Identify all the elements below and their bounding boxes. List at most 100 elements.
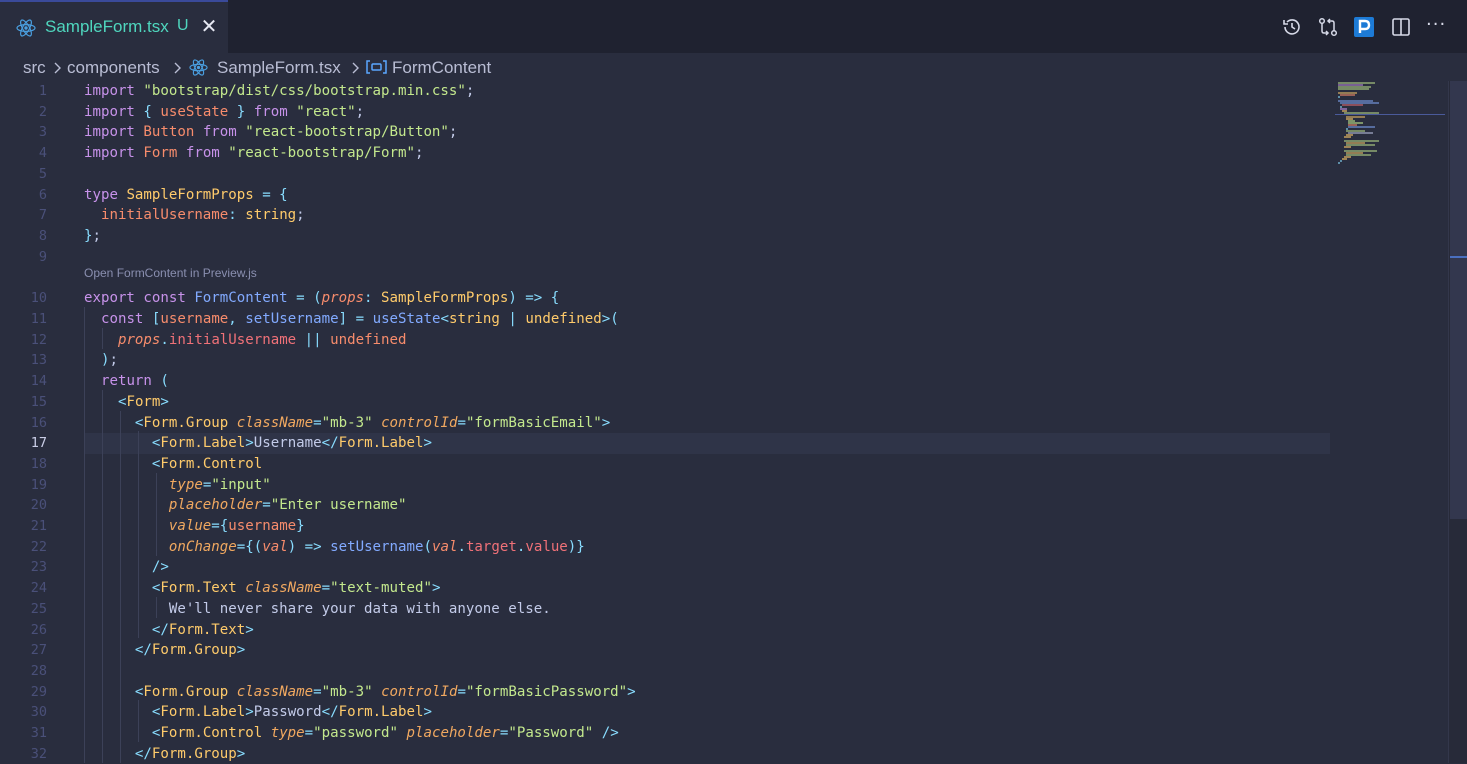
codelens-open-preview[interactable]: Open FormContent in Preview.js (84, 266, 257, 280)
code-line[interactable]: 23 /> (0, 557, 1330, 578)
code-token: /> (593, 725, 619, 741)
code-line[interactable]: 22 onChange={(val) => setUsername(val.ta… (0, 537, 1330, 558)
vertical-scrollbar[interactable] (1448, 81, 1467, 763)
code-token: ; (355, 103, 365, 120)
breadcrumb-src[interactable]: src (23, 58, 46, 78)
code-line[interactable]: 17 <Form.Label>Username</Form.Label> (0, 433, 1330, 454)
code-line[interactable]: 6 type SampleFormProps = { (0, 185, 1330, 206)
code-editor[interactable]: 1 import "bootstrap/dist/css/bootstrap.mi… (0, 81, 1467, 763)
code-line[interactable]: 27 </Form.Group> (0, 640, 1330, 661)
code-line[interactable]: 5 (0, 164, 1330, 185)
code-token: props (321, 290, 365, 307)
code-line[interactable]: 12 props.initialUsername || undefined (0, 330, 1330, 351)
untracked-status-badge: U (177, 17, 189, 34)
editor-tab[interactable]: SampleForm.tsx U ✕ (0, 0, 228, 53)
indent-guide (138, 700, 139, 742)
tab-title[interactable]: SampleForm.tsx (45, 17, 169, 37)
scrollbar-thumb[interactable] (1450, 81, 1467, 519)
breadcrumb-file[interactable]: SampleForm.tsx (217, 58, 341, 78)
code-token: className (236, 414, 314, 431)
code-line[interactable]: 8}; (0, 226, 1330, 247)
code-line[interactable]: 11 const [username, setUsername] = useSt… (0, 309, 1330, 330)
code-line[interactable]: 15 <Form> (0, 392, 1330, 413)
code-token: Form.Label (160, 435, 246, 452)
code-text: /> (84, 557, 169, 578)
preview-p-icon[interactable] (1353, 16, 1375, 38)
code-line[interactable]: 21 value={username} (0, 516, 1330, 537)
code-line[interactable]: 24 <Form.Text className="text-muted"> (0, 578, 1330, 599)
code-line[interactable]: 18 <Form.Control (0, 454, 1330, 475)
code-token: < (440, 311, 449, 327)
compare-changes-icon[interactable] (1317, 16, 1339, 38)
code-token: from (253, 103, 297, 120)
code-line[interactable]: 13 ); (0, 350, 1330, 371)
code-line[interactable]: 3 import Button from "react-bootstrap/But… (0, 122, 1330, 143)
code-token: ={ (211, 518, 229, 534)
line-number: 20 (30, 497, 47, 514)
code-line[interactable]: 10 export const FormContent = (props: Sam… (0, 288, 1330, 309)
line-number: 9 (38, 248, 47, 265)
code-line[interactable]: 25 We'll never share your data with anyo… (0, 599, 1330, 620)
breadcrumb-components[interactable]: components (67, 58, 160, 78)
code-line[interactable]: 2 import { useState } from "react"; (0, 102, 1330, 123)
code-token: val (262, 538, 288, 555)
code-token: . (160, 331, 169, 348)
code-line[interactable]: 32 </Form.Group> (0, 744, 1330, 764)
code-line[interactable]: 19 type="input" (0, 475, 1330, 496)
line-number: 30 (30, 704, 47, 721)
code-token: setUsername (330, 538, 424, 555)
code-token: > (431, 580, 441, 597)
code-token: Form (143, 145, 186, 162)
code-token: FormContent (194, 290, 297, 307)
code-token: > (160, 393, 169, 410)
breadcrumb-symbol[interactable]: FormContent (392, 58, 491, 78)
code-token: type (270, 725, 305, 741)
code-line[interactable]: 7 initialUsername: string; (0, 205, 1330, 226)
code-line[interactable]: 9 (0, 247, 1330, 268)
code-token: import (84, 83, 144, 99)
history-icon[interactable] (1281, 16, 1303, 38)
close-tab-icon[interactable]: ✕ (200, 16, 218, 36)
code-token: Form.Group (151, 642, 237, 659)
code-line[interactable]: 30 <Form.Label>Password</Form.Label> (0, 702, 1330, 723)
code-line[interactable]: 4 import Form from "react-bootstrap/Form"… (0, 143, 1330, 164)
code-line[interactable]: 14 return ( (0, 371, 1330, 392)
code-token: . (457, 538, 466, 555)
code-text: <Form.Label>Password</Form.Label> (84, 702, 432, 723)
code-token: Button (143, 124, 203, 141)
code-token: ) => (287, 538, 331, 555)
code-line[interactable]: 26 </Form.Text> (0, 620, 1330, 641)
code-line[interactable]: 20 placeholder="Enter username" (0, 495, 1330, 516)
code-line[interactable]: 16 <Form.Group className="mb-3" controlI… (0, 413, 1330, 434)
code-token: val (431, 538, 458, 555)
code-line[interactable]: 31 <Form.Control type="password" placeho… (0, 723, 1330, 744)
code-text: import Form from "react-bootstrap/Form"; (84, 143, 423, 164)
code-token: string (448, 311, 500, 327)
more-actions-icon[interactable]: ··· (1426, 14, 1448, 36)
code-token: "react" (296, 103, 356, 120)
code-text: type SampleFormProps = { (84, 185, 288, 206)
code-token: Form.Label (338, 435, 424, 452)
code-line[interactable]: 28 (0, 661, 1330, 682)
split-editor-icon[interactable] (1390, 16, 1412, 38)
code-token: </ (134, 745, 152, 762)
minimap[interactable] (1335, 81, 1445, 763)
line-number: 28 (30, 662, 47, 679)
code-token: from (185, 145, 229, 162)
code-line[interactable]: 29 <Form.Group className="mb-3" controlI… (0, 682, 1330, 703)
line-number: 23 (30, 559, 47, 576)
code-token: = { (262, 186, 288, 203)
code-line[interactable]: 1 import "bootstrap/dist/css/bootstrap.mi… (0, 81, 1330, 102)
indent-guide (138, 431, 139, 638)
code-token: SampleFormProps (381, 290, 509, 307)
variable-symbol-icon (366, 60, 387, 74)
code-token: undefined (525, 311, 602, 327)
code-token: ={( (236, 538, 263, 555)
code-token: = (313, 414, 322, 431)
code-text: import Button from "react-bootstrap/Butt… (84, 122, 457, 143)
